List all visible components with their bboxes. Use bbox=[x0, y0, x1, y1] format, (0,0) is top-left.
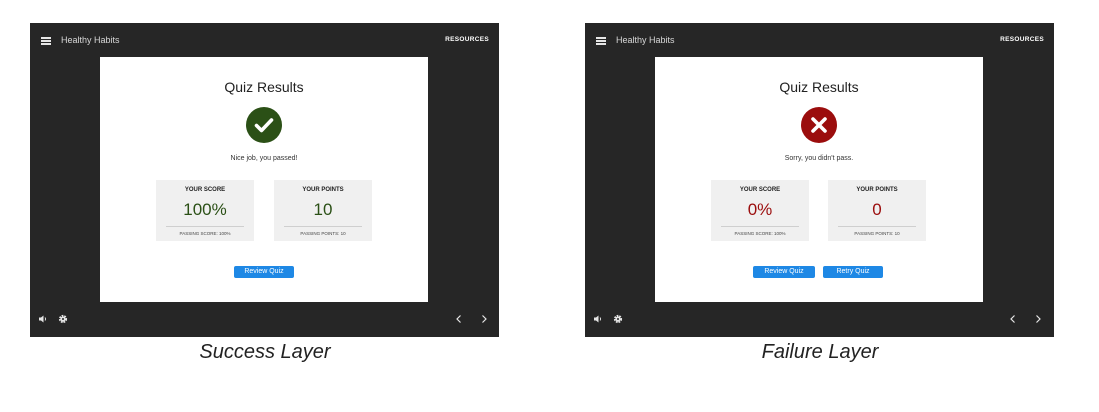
menu-icon[interactable] bbox=[41, 37, 51, 45]
divider bbox=[721, 226, 799, 227]
divider bbox=[838, 226, 916, 227]
volume-icon[interactable] bbox=[38, 314, 48, 324]
previous-slide-icon[interactable] bbox=[1008, 314, 1018, 324]
passing-score: PASSING SCORE: 100% bbox=[734, 231, 786, 236]
menu-icon[interactable] bbox=[596, 37, 606, 45]
player-topbar: Healthy Habits RESOURCES bbox=[585, 23, 1054, 57]
failure-layer-caption: Failure Layer bbox=[761, 341, 879, 363]
score-label: YOUR SCORE bbox=[739, 187, 781, 193]
divider bbox=[284, 226, 362, 227]
review-quiz-button[interactable]: Review Quiz bbox=[234, 266, 294, 278]
quiz-results-slide: Quiz Results Nice job, you passed! YOUR … bbox=[100, 57, 428, 302]
x-circle-icon bbox=[801, 107, 837, 143]
passing-points: PASSING POINTS: 10 bbox=[300, 231, 346, 236]
points-value: 0 bbox=[872, 200, 882, 219]
resources-button[interactable]: RESOURCES bbox=[445, 36, 489, 43]
settings-gear-icon[interactable] bbox=[613, 314, 623, 324]
score-value: 100% bbox=[183, 200, 227, 219]
failure-player: Healthy Habits RESOURCES Quiz Results So… bbox=[585, 23, 1054, 337]
previous-slide-icon[interactable] bbox=[454, 314, 464, 324]
course-title: Healthy Habits bbox=[61, 35, 120, 45]
course-title: Healthy Habits bbox=[616, 35, 675, 45]
points-label: YOUR POINTS bbox=[856, 187, 898, 193]
points-box: YOUR POINTS 0 PASSING POINTS: 10 bbox=[828, 180, 926, 241]
points-box: YOUR POINTS 10 PASSING POINTS: 10 bbox=[274, 180, 372, 241]
passing-points: PASSING POINTS: 10 bbox=[854, 231, 900, 236]
result-message: Sorry, you didn't pass. bbox=[784, 155, 854, 162]
score-label: YOUR SCORE bbox=[184, 187, 226, 193]
player-topbar: Healthy Habits RESOURCES bbox=[30, 23, 499, 57]
review-quiz-button[interactable]: Review Quiz bbox=[753, 266, 815, 278]
quiz-title: Quiz Results bbox=[224, 79, 304, 95]
points-value: 10 bbox=[313, 200, 333, 219]
passing-score: PASSING SCORE: 100% bbox=[179, 231, 231, 236]
success-player: Healthy Habits RESOURCES Quiz Results Ni… bbox=[30, 23, 499, 337]
success-layer-caption: Success Layer bbox=[199, 341, 331, 363]
next-slide-icon[interactable] bbox=[1033, 314, 1043, 324]
score-box: YOUR SCORE 0% PASSING SCORE: 100% bbox=[711, 180, 809, 241]
score-box: YOUR SCORE 100% PASSING SCORE: 100% bbox=[156, 180, 254, 241]
resources-button[interactable]: RESOURCES bbox=[1000, 36, 1044, 43]
result-message: Nice job, you passed! bbox=[230, 155, 298, 162]
quiz-results-slide: Quiz Results Sorry, you didn't pass. YOU… bbox=[655, 57, 983, 302]
volume-icon[interactable] bbox=[593, 314, 603, 324]
check-circle-icon bbox=[246, 107, 282, 143]
settings-gear-icon[interactable] bbox=[58, 314, 68, 324]
divider bbox=[166, 226, 244, 227]
retry-quiz-button[interactable]: Retry Quiz bbox=[823, 266, 883, 278]
points-label: YOUR POINTS bbox=[302, 187, 344, 193]
next-slide-icon[interactable] bbox=[479, 314, 489, 324]
score-value: 0% bbox=[747, 200, 773, 219]
quiz-title: Quiz Results bbox=[779, 79, 859, 95]
